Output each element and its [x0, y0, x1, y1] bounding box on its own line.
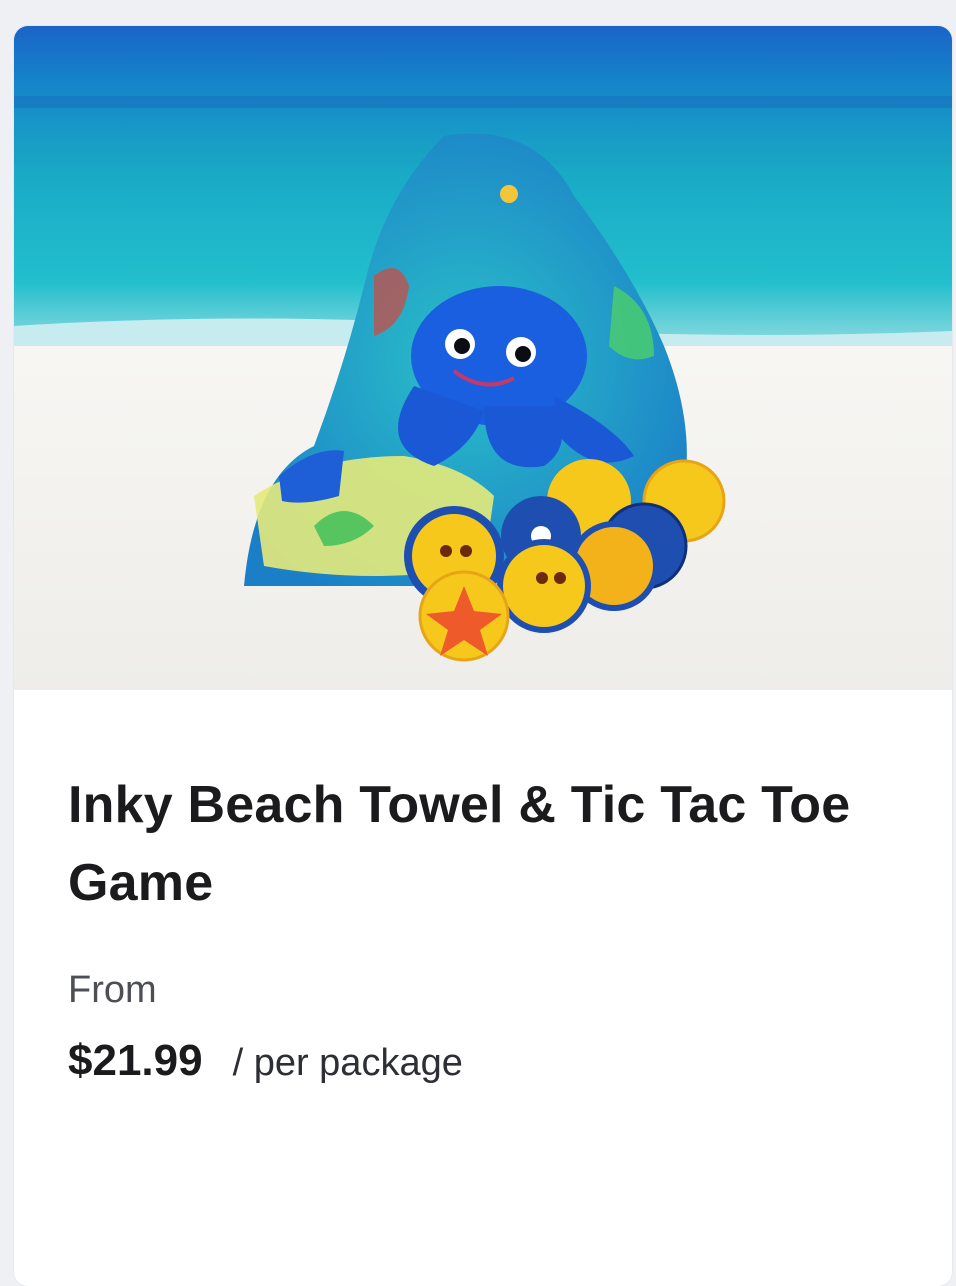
product-info: Inky Beach Towel & Tic Tac Toe Game From… — [68, 766, 902, 1086]
product-card[interactable]: Inky Beach Towel & Tic Tac Toe Game From… — [14, 26, 952, 1286]
from-label: From — [68, 969, 157, 1011]
beach-product-photo — [14, 26, 952, 690]
price-value: $21.99 — [68, 1036, 203, 1085]
product-image[interactable] — [14, 26, 952, 690]
price-row: $21.99 / per package — [68, 1036, 902, 1086]
price-unit: / per package — [232, 1042, 463, 1084]
product-title[interactable]: Inky Beach Towel & Tic Tac Toe Game — [68, 766, 902, 922]
